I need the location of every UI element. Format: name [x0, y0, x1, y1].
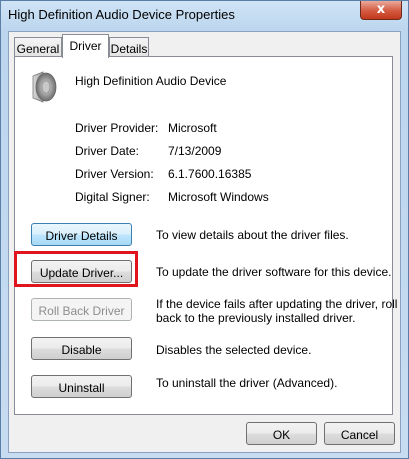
cancel-button[interactable]: Cancel	[324, 422, 395, 445]
tab-label: Driver	[69, 39, 102, 53]
device-name: High Definition Audio Device	[75, 74, 227, 88]
highlight-box	[14, 251, 138, 287]
ok-button[interactable]: OK	[246, 422, 317, 445]
digital-signer-value: Microsoft Windows	[168, 190, 269, 204]
driver-date-value: 7/13/2009	[168, 144, 222, 158]
driver-details-button[interactable]: Driver Details	[31, 223, 132, 246]
driver-date-label: Driver Date:	[75, 144, 140, 158]
uninstall-desc: To uninstall the driver (Advanced).	[156, 376, 338, 390]
tab-label: Details	[110, 42, 148, 56]
digital-signer-label: Digital Signer:	[75, 190, 150, 204]
window-title: High Definition Audio Device Properties	[8, 7, 235, 22]
driver-version-label: Driver Version:	[75, 167, 154, 181]
driver-tab-panel: High Definition Audio Device Driver Prov…	[14, 56, 397, 415]
roll-back-desc-line1: If the device fails after updating the d…	[156, 297, 398, 311]
uninstall-button[interactable]: Uninstall	[31, 375, 132, 398]
close-icon: x	[376, 2, 386, 17]
title-bar[interactable]: High Definition Audio Device Properties …	[1, 1, 408, 31]
dialog-body: General Driver Details High Definition A…	[8, 31, 401, 453]
driver-provider-label: Driver Provider:	[75, 121, 159, 135]
disable-desc: Disables the selected device.	[156, 343, 312, 357]
driver-version-value: 6.1.7600.16385	[168, 167, 252, 181]
tab-label: General	[16, 42, 60, 56]
roll-back-desc-line2: back to the previously installed driver.	[156, 311, 356, 325]
tab-general[interactable]: General	[14, 37, 62, 58]
close-button[interactable]: x	[360, 1, 402, 20]
driver-details-desc: To view details about the driver files.	[156, 228, 349, 242]
driver-provider-value: Microsoft	[168, 121, 217, 135]
disable-button[interactable]: Disable	[31, 337, 132, 360]
roll-back-driver-button[interactable]: Roll Back Driver	[31, 298, 132, 321]
tab-details[interactable]: Details	[109, 37, 149, 58]
properties-dialog: High Definition Audio Device Properties …	[0, 0, 409, 459]
speaker-icon	[32, 71, 57, 103]
update-driver-desc: To update the driver software for this d…	[156, 265, 392, 279]
tab-driver[interactable]: Driver	[62, 34, 109, 58]
